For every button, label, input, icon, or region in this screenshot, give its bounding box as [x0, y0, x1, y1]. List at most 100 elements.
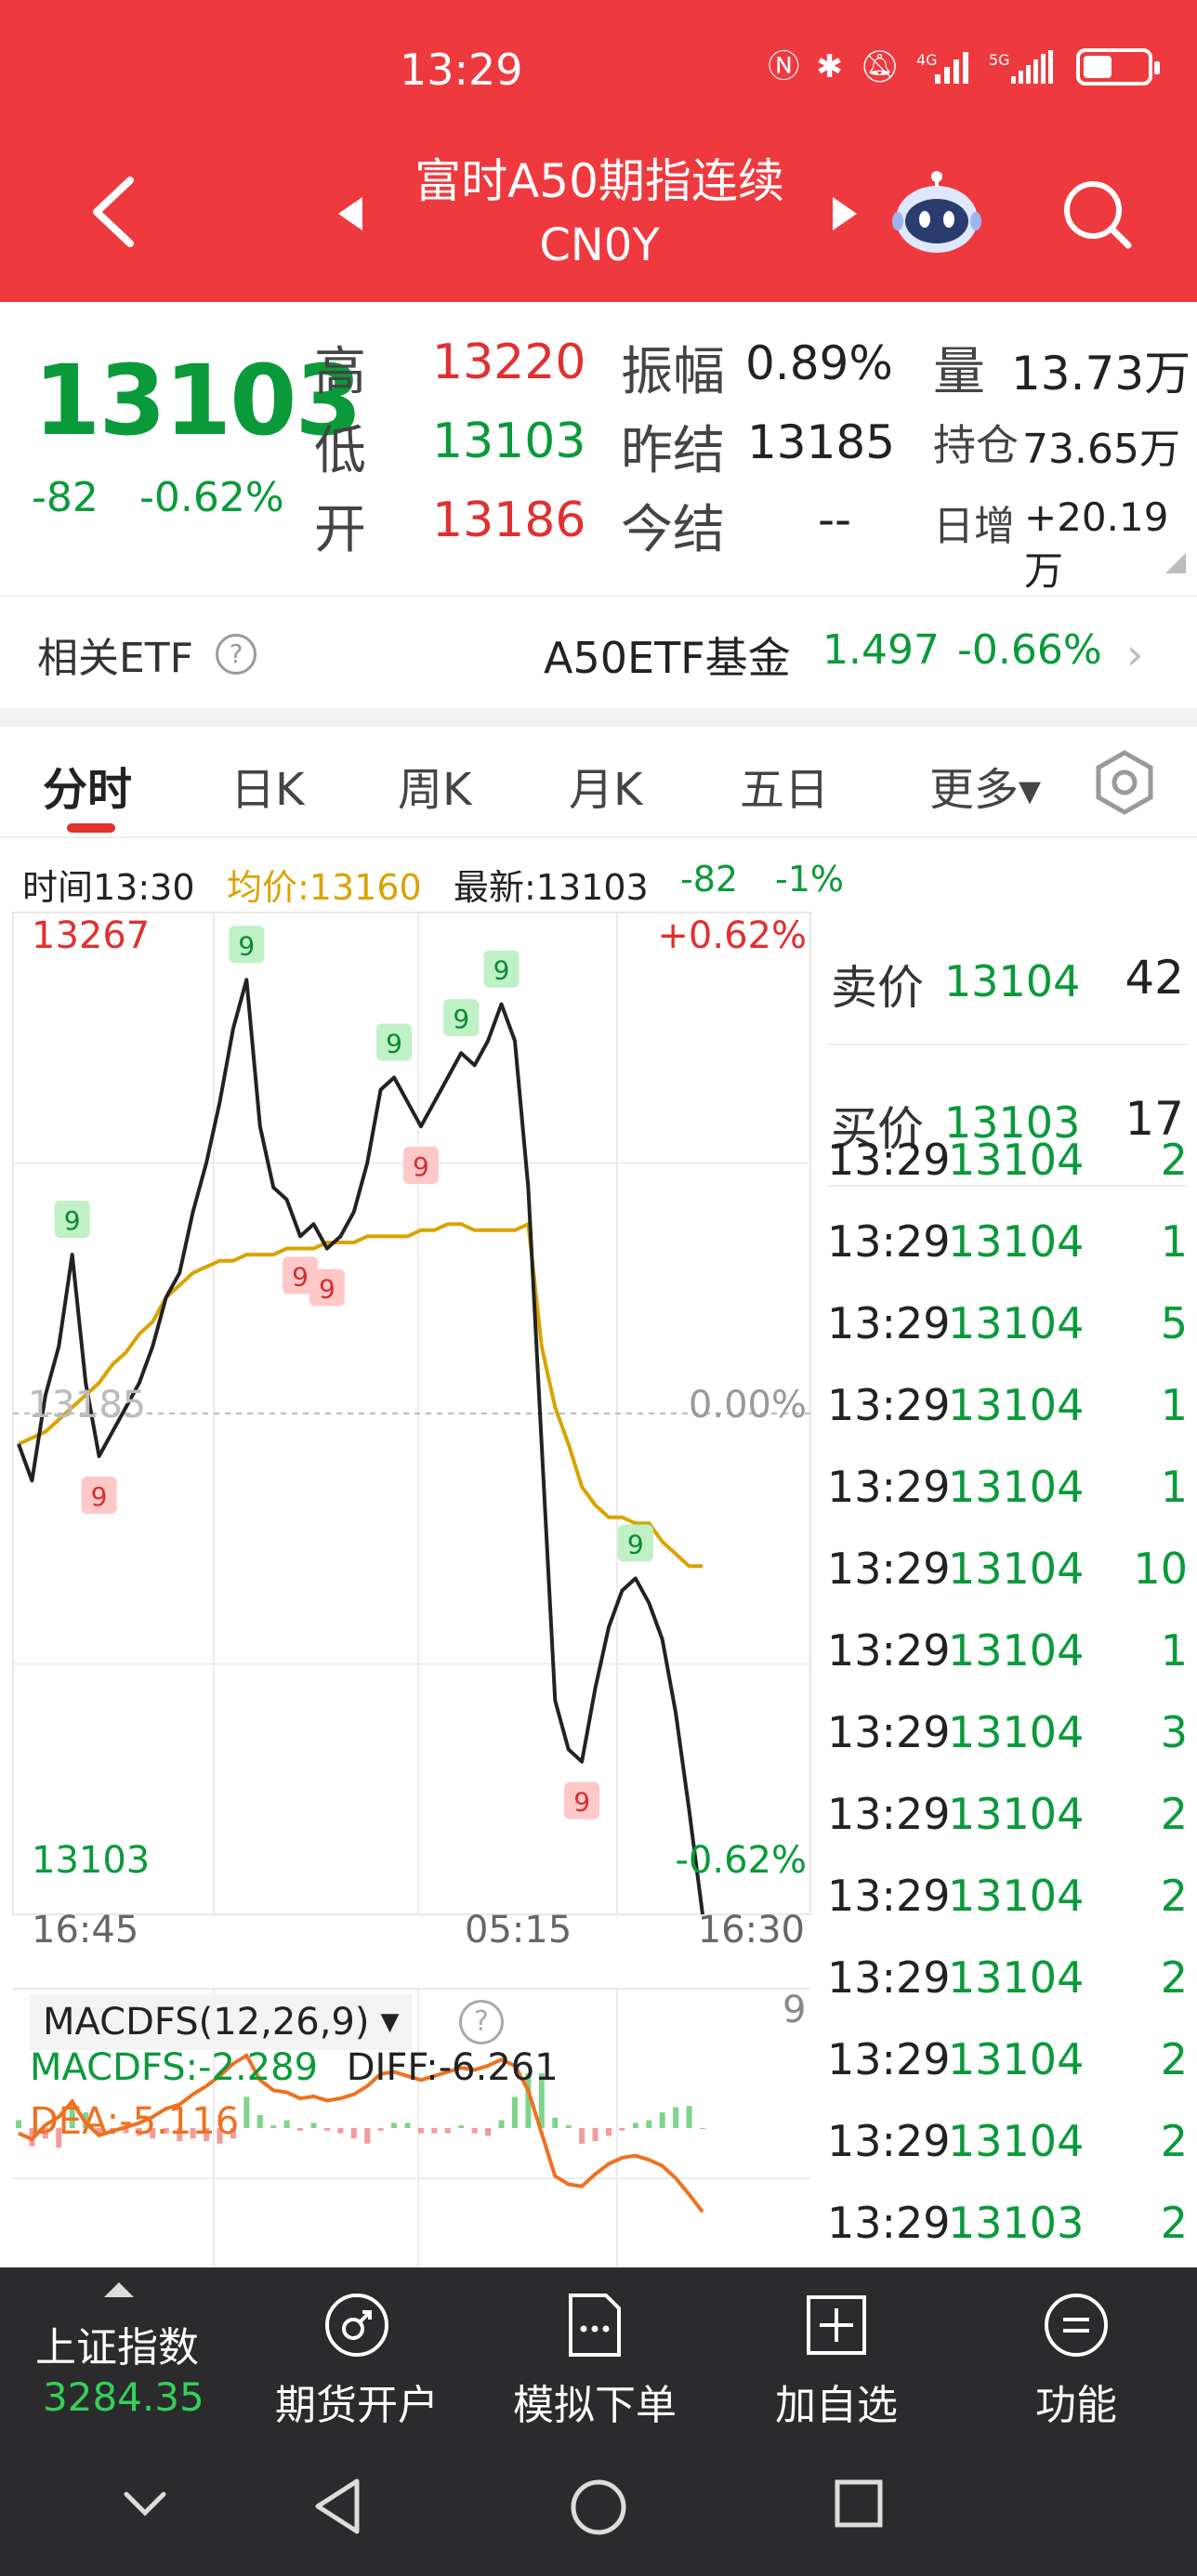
oi-change-label: 日增 — [933, 503, 1015, 550]
trade-price: 13104 — [948, 2116, 1085, 2166]
last-price: 13103 — [33, 344, 362, 457]
dea-value: DEA:-5.116 — [30, 2100, 240, 2143]
trade-price: 13104 — [948, 1789, 1085, 1839]
simulated-order-label: 模拟下单 — [513, 2382, 677, 2429]
trade-time: 13:29 — [827, 1789, 951, 1839]
macd-bar — [686, 2106, 692, 2128]
x-axis-tick-label: 05:15 — [465, 1909, 572, 1952]
oi-change-value: +20.19万 — [1024, 494, 1169, 594]
status-icons: Ⓝ ✱ 🔕︎ 4G 5G — [768, 48, 1160, 85]
macd-bar — [619, 2128, 625, 2131]
add-watchlist-label: 加自选 — [775, 2382, 898, 2429]
indicator-nine-label: 9 — [783, 1989, 807, 2031]
page-title: 富时A50期指连续 — [414, 154, 784, 208]
dropdown-caret-icon: ▼ — [380, 2008, 400, 2036]
nav-back-icon[interactable] — [312, 2477, 364, 2535]
open-futures-account-button[interactable]: 期货开户 — [264, 2267, 450, 2435]
trade-volume: 2 — [1160, 2198, 1188, 2248]
macd-bar — [297, 2128, 304, 2131]
help-icon[interactable]: ? — [216, 634, 256, 675]
low-signal-marker: 9 — [402, 1147, 439, 1185]
trade-volume: 1 — [1160, 1380, 1188, 1430]
signal-label: 9 — [386, 1028, 402, 1058]
macd-bar — [323, 2128, 330, 2131]
add-watchlist-button[interactable]: 加自选 — [743, 2267, 929, 2435]
trade-row: 13:29 13104 10 — [827, 1534, 1193, 1616]
ask-row[interactable]: 卖价 13104 42 — [827, 906, 1188, 1045]
help-icon[interactable]: ? — [459, 2000, 504, 2044]
chart-info-row: 时间13:30 均价:13160 最新:13103 -82 -1% — [0, 846, 1197, 908]
nav-recents-icon[interactable] — [833, 2477, 885, 2530]
macd-bar — [700, 2128, 705, 2129]
trade-price: 13104 — [948, 1462, 1085, 1512]
next-contract-icon[interactable] — [829, 193, 861, 234]
nfc-icon: Ⓝ — [768, 48, 800, 85]
contract-code: CN0Y — [539, 219, 660, 271]
high-signal-marker: 9 — [483, 950, 520, 988]
trade-time: 13:29 — [827, 1298, 951, 1348]
signal-label: 9 — [413, 1151, 429, 1182]
intraday-chart[interactable]: 9999 9999999 13267 13185 13103 +0.62% 0.0… — [0, 901, 822, 1970]
search-icon[interactable] — [1059, 177, 1134, 251]
tab-monthly-k[interactable]: 月K — [569, 753, 642, 818]
quote-panel: 13103 -82 -0.62% 高 低 开 13220 13103 13186… — [0, 302, 1197, 594]
macd-bar — [646, 2120, 652, 2128]
macd-bar — [283, 2120, 290, 2128]
high-signal-marker: 9 — [54, 1201, 90, 1239]
low-signal-marker: 9 — [564, 1781, 600, 1820]
trade-price: 13104 — [948, 1625, 1085, 1676]
macd-bar — [270, 2125, 277, 2128]
bluetooth-icon: ✱ — [816, 48, 843, 85]
macd-bar — [632, 2123, 638, 2128]
settings-hexagon-icon[interactable] — [1089, 747, 1160, 818]
tab-more[interactable]: 更多▾ — [929, 753, 1041, 818]
trade-row: 13:29 13104 2 — [827, 1125, 1193, 1207]
trade-row: 13:29 13104 1 — [827, 1371, 1193, 1452]
macd-bar — [471, 2128, 478, 2134]
tab-intraday[interactable]: 分时 — [43, 753, 132, 818]
functions-label: 功能 — [1035, 2382, 1117, 2429]
prev-settle-label: 昨结 — [621, 421, 725, 481]
expand-corner-icon[interactable] — [1165, 553, 1186, 573]
indicator-select[interactable]: MACDFS(12,26,9) ▼ — [30, 1994, 413, 2050]
info-change-pct: -1% — [775, 859, 844, 900]
macd-bar — [377, 2128, 384, 2131]
index-ticker[interactable]: 上证指数 3284.35 — [0, 2267, 242, 2435]
trade-price: 13104 — [948, 1544, 1085, 1594]
macd-bar — [310, 2123, 317, 2128]
tab-daily-k[interactable]: 日K — [230, 753, 304, 818]
trade-row: 13:29 13104 2 — [827, 1943, 1193, 2025]
robot-assistant-icon[interactable] — [890, 167, 983, 260]
prev-settle-value: 13185 — [747, 415, 896, 469]
battery-level — [1084, 56, 1112, 78]
macd-bar — [511, 2096, 518, 2128]
price-change-pct: -0.62% — [139, 474, 284, 521]
app-header: 13:29 Ⓝ ✱ 🔕︎ 4G 5G 富时A50期指连续 CN0Y — [0, 0, 1197, 302]
signal-label: 9 — [453, 1004, 469, 1034]
price-series — [17, 978, 704, 1915]
macd-bar — [417, 2128, 424, 2134]
functions-button[interactable]: 功能 — [983, 2267, 1169, 2435]
macd-bar — [404, 2123, 411, 2128]
signal-label: 9 — [238, 930, 255, 961]
info-change: -82 — [680, 859, 739, 900]
trade-time: 13:29 — [827, 1871, 951, 1921]
related-etf-row[interactable]: 相关ETF ? A50ETF基金 1.497 -0.66% › — [0, 595, 1197, 706]
nav-home-icon[interactable] — [569, 2477, 628, 2537]
simulated-order-button[interactable]: 模拟下单 — [502, 2267, 688, 2435]
high-signal-marker: 9 — [229, 926, 265, 964]
prev-contract-icon[interactable] — [335, 193, 366, 234]
trade-price: 13104 — [948, 1380, 1085, 1430]
macd-bar — [243, 2096, 250, 2128]
ask-price: 13104 — [944, 956, 1081, 1006]
chevron-down-icon[interactable] — [119, 2477, 171, 2530]
settle-label: 今结 — [621, 500, 725, 560]
trade-time: 13:29 — [827, 1625, 951, 1676]
back-icon[interactable] — [86, 175, 141, 249]
tab-five-day[interactable]: 五日 — [740, 753, 829, 818]
ask-label: 卖价 — [831, 961, 924, 1015]
trade-time: 13:29 — [827, 1544, 951, 1594]
tab-weekly-k[interactable]: 周K — [398, 753, 471, 818]
low-value: 13103 — [432, 414, 586, 469]
macd-bar — [458, 2125, 465, 2128]
